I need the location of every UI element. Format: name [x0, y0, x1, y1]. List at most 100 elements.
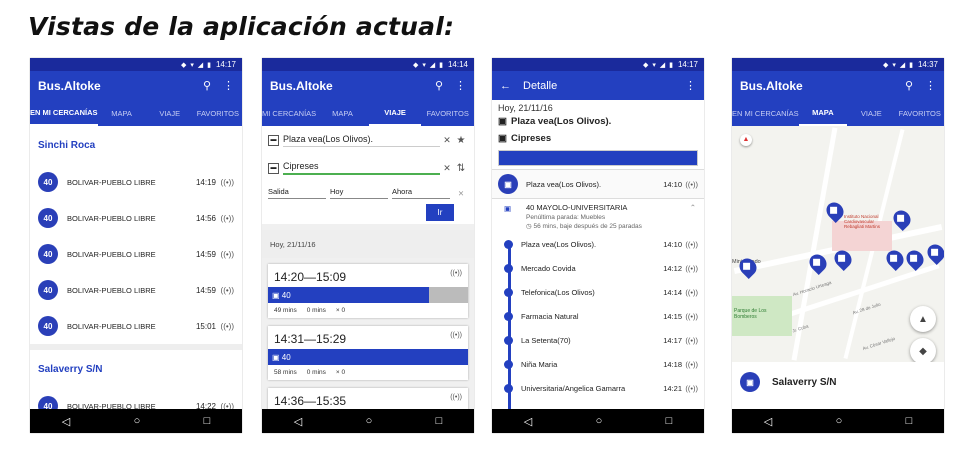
phone-nearby-screen: ◆ ▾ ◢ ▮ 14:17 Bus.Altoke ⚲ ⋮ EN MI CERCANÍ… [30, 58, 242, 433]
tab-trip[interactable]: VIAJE [368, 100, 422, 126]
phone-detail-screen: ◆ ▾ ◢ ▮ 14:17 ← Detalle ⋮ Hoy, 21/11/16 ▣… [492, 58, 704, 433]
nav-back-icon[interactable]: ◁ [764, 415, 772, 428]
tab-map[interactable]: MAPA [798, 100, 848, 126]
app-bar: ← Detalle ⋮ [492, 71, 704, 100]
clear-icon[interactable]: ✕ [454, 189, 468, 198]
route-name: BOLIVAR-PUEBLO LIBRE [67, 285, 156, 295]
bus-stop-pin[interactable] [889, 206, 915, 232]
signal-icon: ((•)) [220, 249, 234, 259]
selected-stop-sheet[interactable]: ▣ Salaverry S/N [732, 362, 944, 402]
departure-select[interactable]: Salida [268, 187, 326, 199]
list-item[interactable]: 40 BOLIVAR-PUEBLO LIBRE 14:19 ((•)) [30, 164, 242, 200]
layers-icon[interactable]: ▲ [910, 306, 936, 332]
star-icon[interactable]: ★ [454, 135, 468, 146]
origin-input[interactable]: Plaza vea(Los Olivos). [283, 134, 440, 147]
search-icon[interactable]: ⚲ [905, 79, 913, 92]
go-button[interactable]: Ir [426, 204, 454, 221]
stop-name: Farmacia Natural [521, 311, 579, 321]
compass-icon[interactable]: ▲ [740, 134, 752, 146]
day-select[interactable]: Hoy [330, 187, 388, 199]
route-badge: 40 [38, 208, 58, 228]
status-bar: ◆ ▾ ◢ ▮ 14:37 [732, 58, 944, 71]
from-stop-name: Plaza vea(Los Olivos). [510, 116, 612, 127]
directions-icon[interactable]: ◆ [910, 338, 936, 362]
trip-card[interactable]: 14:36—15:35 ((•)) [268, 388, 468, 411]
route-info[interactable]: ▣ 40 MAYOLO-UNIVERSITARIA Penúltima para… [492, 199, 704, 232]
destination-field[interactable]: ▬ Cipreses ✕ ⇅ [262, 154, 474, 182]
nav-home-icon[interactable]: ○ [836, 415, 843, 427]
route-badge: 40 [38, 280, 58, 300]
destination-input[interactable]: Cipreses [283, 161, 440, 175]
tab-bar: EN MI CERCANÍAS MAPA VIAJE FAVORITOS [30, 100, 242, 126]
signal-icon: ((•)) [685, 335, 698, 345]
to-stop-name: Cipreses [510, 133, 552, 144]
penultimate-stop: Penúltima parada: Muebles [526, 214, 606, 221]
nav-recent-icon[interactable]: □ [204, 415, 211, 427]
signal-icon: ((•)) [685, 263, 698, 273]
list-item: Plaza vea(Los Olivos). 14:10 ((•)) [492, 232, 704, 256]
search-icon[interactable]: ⚲ [203, 79, 211, 92]
clear-icon[interactable]: ✕ [440, 135, 454, 146]
arrival-time: 14:19 [195, 177, 216, 187]
swap-icon[interactable]: ⇅ [454, 163, 468, 174]
back-arrow-icon[interactable]: ← [500, 80, 511, 92]
more-vert-icon[interactable]: ⋮ [685, 79, 696, 92]
tab-nearby[interactable]: MI CERCANÍAS [262, 100, 316, 126]
app-title: Bus.Altoke [740, 78, 803, 93]
tab-map[interactable]: MAPA [98, 100, 146, 126]
app-bar: Bus.Altoke ⚲ ⋮ [732, 71, 944, 100]
tab-trip[interactable]: VIAJE [847, 100, 895, 126]
signal-icon: ((•)) [450, 332, 462, 339]
trip-card[interactable]: 14:20—15:09 ((•)) ▣ 40 49 mins 0 mins × 0 [268, 264, 468, 318]
signal-icon: ((•)) [685, 287, 698, 297]
list-item[interactable]: 40 BOLIVAR-PUEBLO LIBRE 15:01 ((•)) [30, 308, 242, 344]
tab-map[interactable]: MAPA [316, 100, 369, 126]
board-stop: Plaza vea(Los Olivos). [526, 179, 602, 189]
signal-icon: ((•)) [685, 359, 698, 369]
time-select[interactable]: Ahora [392, 187, 450, 199]
more-vert-icon[interactable]: ⋮ [223, 79, 234, 92]
list-item: La Setenta(70) 14:17 ((•)) [492, 328, 704, 352]
tab-favorites[interactable]: FAVORITOS [421, 100, 474, 126]
tab-trip[interactable]: VIAJE [146, 100, 194, 126]
stop-time: 14:12 [663, 263, 682, 273]
nav-back-icon[interactable]: ◁ [294, 415, 302, 428]
nav-recent-icon[interactable]: □ [666, 415, 673, 427]
list-item[interactable]: 40 BOLIVAR-PUEBLO LIBRE 14:56 ((•)) [30, 200, 242, 236]
status-bar: ◆ ▾ ◢ ▮ 14:17 [30, 58, 242, 71]
tab-favorites[interactable]: FAVORITOS [194, 100, 242, 126]
trip-meta: 49 mins 0 mins × 0 [268, 303, 468, 318]
list-item[interactable]: 40 BOLIVAR-PUEBLO LIBRE 14:59 ((•)) [30, 272, 242, 308]
tab-nearby[interactable]: EN MI CERCANÍAS [732, 100, 799, 126]
board-row: ▣ Plaza vea(Los Olivos). 14:10 ((•)) [492, 169, 704, 199]
map-view[interactable]: ▲ Instituto Nacional Cardiovascular Reba… [732, 126, 944, 362]
nav-home-icon[interactable]: ○ [134, 415, 141, 427]
more-vert-icon[interactable]: ⋮ [925, 79, 936, 92]
route-name: BOLIVAR-PUEBLO LIBRE [67, 249, 156, 259]
bus-stop-pin[interactable] [923, 240, 944, 266]
chevron-up-icon[interactable]: ⌃ [690, 203, 696, 212]
trip-range: 14:36—15:35 [274, 394, 347, 408]
nav-back-icon[interactable]: ◁ [62, 415, 70, 428]
tab-nearby[interactable]: EN MI CERCANÍAS [30, 100, 98, 126]
phone-map-screen: ◆ ▾ ◢ ▮ 14:37 Bus.Altoke ⚲ ⋮ EN MI CERCANÍ… [732, 58, 944, 433]
signal-icon: ((•)) [220, 285, 234, 295]
nav-home-icon[interactable]: ○ [366, 415, 373, 427]
transfers: × 0 [335, 307, 346, 314]
nav-home-icon[interactable]: ○ [596, 415, 603, 427]
nav-recent-icon[interactable]: □ [906, 415, 913, 427]
search-icon[interactable]: ⚲ [435, 79, 443, 92]
nav-recent-icon[interactable]: □ [436, 415, 443, 427]
stop-time: 14:14 [663, 287, 682, 297]
more-vert-icon[interactable]: ⋮ [455, 79, 466, 92]
route-name: BOLIVAR-PUEBLO LIBRE [67, 321, 156, 331]
origin-field[interactable]: ▬ Plaza vea(Los Olivos). ✕ ★ [262, 126, 474, 154]
tab-favorites[interactable]: FAVORITOS [896, 100, 944, 126]
trip-time-row: 14:31—15:29 ((•)) [268, 326, 468, 349]
signal-icon: ((•)) [685, 179, 698, 189]
trip-card[interactable]: 14:31—15:29 ((•)) ▣ 40 58 mins 0 mins × 0 [268, 326, 468, 380]
clear-icon[interactable]: ✕ [440, 163, 454, 174]
nav-back-icon[interactable]: ◁ [524, 415, 532, 428]
bus-icon: ▣ [498, 116, 507, 127]
list-item[interactable]: 40 BOLIVAR-PUEBLO LIBRE 14:59 ((•)) [30, 236, 242, 272]
